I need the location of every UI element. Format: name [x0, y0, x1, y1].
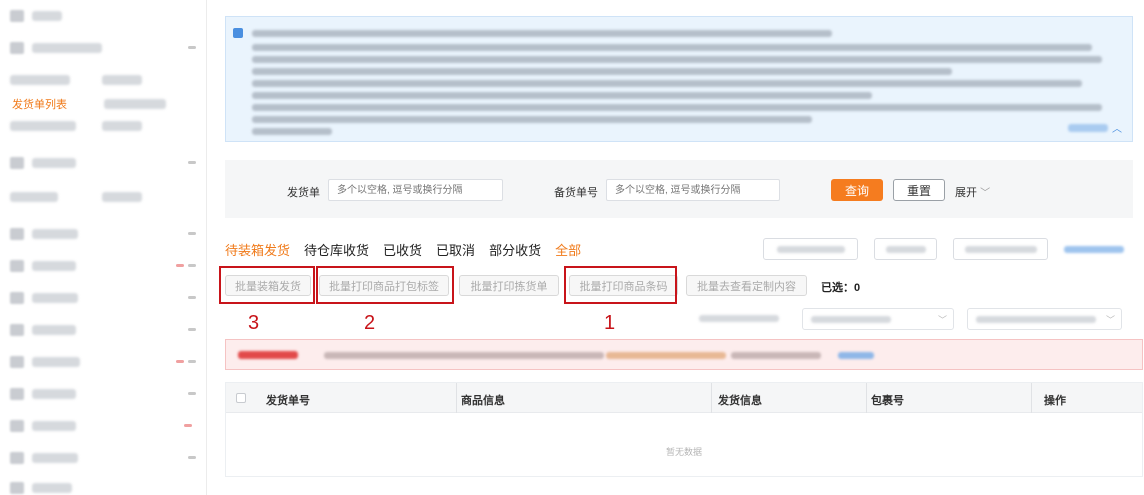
shipment-label: 发货单 — [287, 187, 320, 199]
sidebar-subitem[interactable] — [10, 189, 142, 205]
menu-icon — [10, 356, 24, 368]
empty-state: 暂无数据 — [665, 447, 702, 457]
tab-all[interactable]: 全部 — [555, 240, 581, 259]
chevron-down-icon: ﹀ — [980, 188, 991, 199]
menu-icon — [10, 324, 24, 336]
action-link[interactable] — [1064, 246, 1124, 253]
column-header: 操作 — [1044, 395, 1066, 407]
selected-label: 已选： — [821, 282, 854, 294]
chevron-down-icon: ﹀ — [1105, 315, 1115, 325]
tab-cancelled[interactable]: 已取消 — [436, 240, 475, 259]
column-header: 发货单号 — [266, 395, 310, 407]
tab-partial[interactable]: 部分收货 — [489, 240, 541, 259]
tab-pending-pack[interactable]: 待装箱发货 — [225, 240, 290, 259]
menu-icon — [10, 260, 24, 272]
batch-print-pick-list-button[interactable]: 批量打印拣货单 — [459, 275, 559, 296]
selected-count: 已选：0 — [821, 279, 860, 295]
sidebar-item[interactable] — [10, 386, 76, 402]
sidebar-item[interactable] — [10, 354, 80, 370]
status-tabs: 待装箱发货 待仓库收货 已收货 已取消 部分收货 全部 — [225, 240, 581, 259]
sidebar-item[interactable] — [10, 40, 102, 56]
sidebar-subitem[interactable] — [10, 118, 142, 134]
batch-print-pack-label-button[interactable]: 批量打印商品打包标签 — [319, 275, 449, 296]
sidebar-item[interactable] — [10, 155, 76, 171]
filter-select[interactable]: ﹀ — [802, 308, 954, 330]
sidebar-item[interactable] — [10, 322, 76, 338]
menu-icon — [10, 42, 24, 54]
sidebar-item-shipment-list[interactable]: 发货单列表 — [12, 96, 67, 112]
action-button[interactable] — [953, 238, 1048, 260]
stock-order-label: 备货单号 — [554, 187, 598, 199]
sidebar-item[interactable] — [10, 226, 78, 242]
chevron-down-icon: ﹀ — [937, 315, 947, 325]
banner-link[interactable] — [838, 352, 874, 359]
column-header: 包裹号 — [871, 395, 904, 407]
menu-icon — [10, 292, 24, 304]
table-header: 发货单号 商品信息 发货信息 包裹号 操作 — [226, 383, 1142, 413]
select-all-checkbox[interactable] — [236, 393, 246, 403]
sidebar: 发货单列表 — [0, 0, 207, 495]
info-icon — [233, 28, 243, 38]
menu-icon — [10, 482, 24, 494]
collapse-link[interactable]: ︿ — [1068, 120, 1122, 135]
sidebar-item[interactable] — [10, 258, 76, 274]
sidebar-item[interactable] — [10, 8, 62, 24]
notice-panel: ︿ — [225, 16, 1133, 142]
sidebar-item[interactable] — [10, 418, 76, 434]
sidebar-subitem[interactable] — [104, 96, 166, 112]
expand-toggle[interactable]: 展开 ﹀ — [955, 184, 990, 200]
sidebar-item[interactable] — [10, 480, 72, 495]
batch-print-barcode-button[interactable]: 批量打印商品条码 — [569, 275, 678, 296]
menu-icon — [10, 452, 24, 464]
stock-order-input[interactable] — [606, 179, 780, 201]
sidebar-item[interactable] — [10, 450, 78, 466]
menu-icon — [10, 10, 24, 22]
annotation-number-1: 1 — [604, 312, 616, 334]
query-button[interactable]: 查询 — [831, 179, 883, 201]
shipment-table: 发货单号 商品信息 发货信息 包裹号 操作 暂无数据 — [225, 382, 1143, 477]
filter-bar: 发货单 备货单号 查询 重置 展开 ﹀ — [225, 160, 1133, 218]
action-button[interactable] — [763, 238, 858, 260]
batch-view-custom-button[interactable]: 批量去查看定制内容 — [686, 275, 807, 296]
shipment-input[interactable] — [328, 179, 503, 201]
menu-icon — [10, 420, 24, 432]
column-header: 商品信息 — [461, 395, 505, 407]
selected-number: 0 — [854, 282, 861, 294]
warning-banner — [225, 339, 1143, 370]
reset-button[interactable]: 重置 — [893, 179, 945, 201]
menu-icon — [10, 157, 24, 169]
main-content: ︿ 发货单 备货单号 查询 重置 展开 ﹀ 待装箱发货 待仓库收货 已收货 已取… — [207, 0, 1144, 495]
filter-select-label — [691, 308, 794, 330]
annotation-number-2: 2 — [364, 312, 376, 334]
sidebar-subitem[interactable] — [10, 72, 142, 88]
sidebar-item[interactable] — [10, 290, 78, 306]
menu-icon — [10, 228, 24, 240]
batch-pack-ship-button[interactable]: 批量装箱发货 — [225, 275, 311, 296]
column-header: 发货信息 — [718, 395, 762, 407]
tab-pending-receipt[interactable]: 待仓库收货 — [304, 240, 369, 259]
expand-label: 展开 — [955, 187, 977, 199]
menu-icon — [10, 388, 24, 400]
action-button[interactable] — [874, 238, 937, 260]
tab-received[interactable]: 已收货 — [383, 240, 422, 259]
filter-select[interactable]: ﹀ — [967, 308, 1122, 330]
chevron-up-icon: ︿ — [1112, 124, 1122, 135]
annotation-number-3: 3 — [248, 312, 260, 334]
